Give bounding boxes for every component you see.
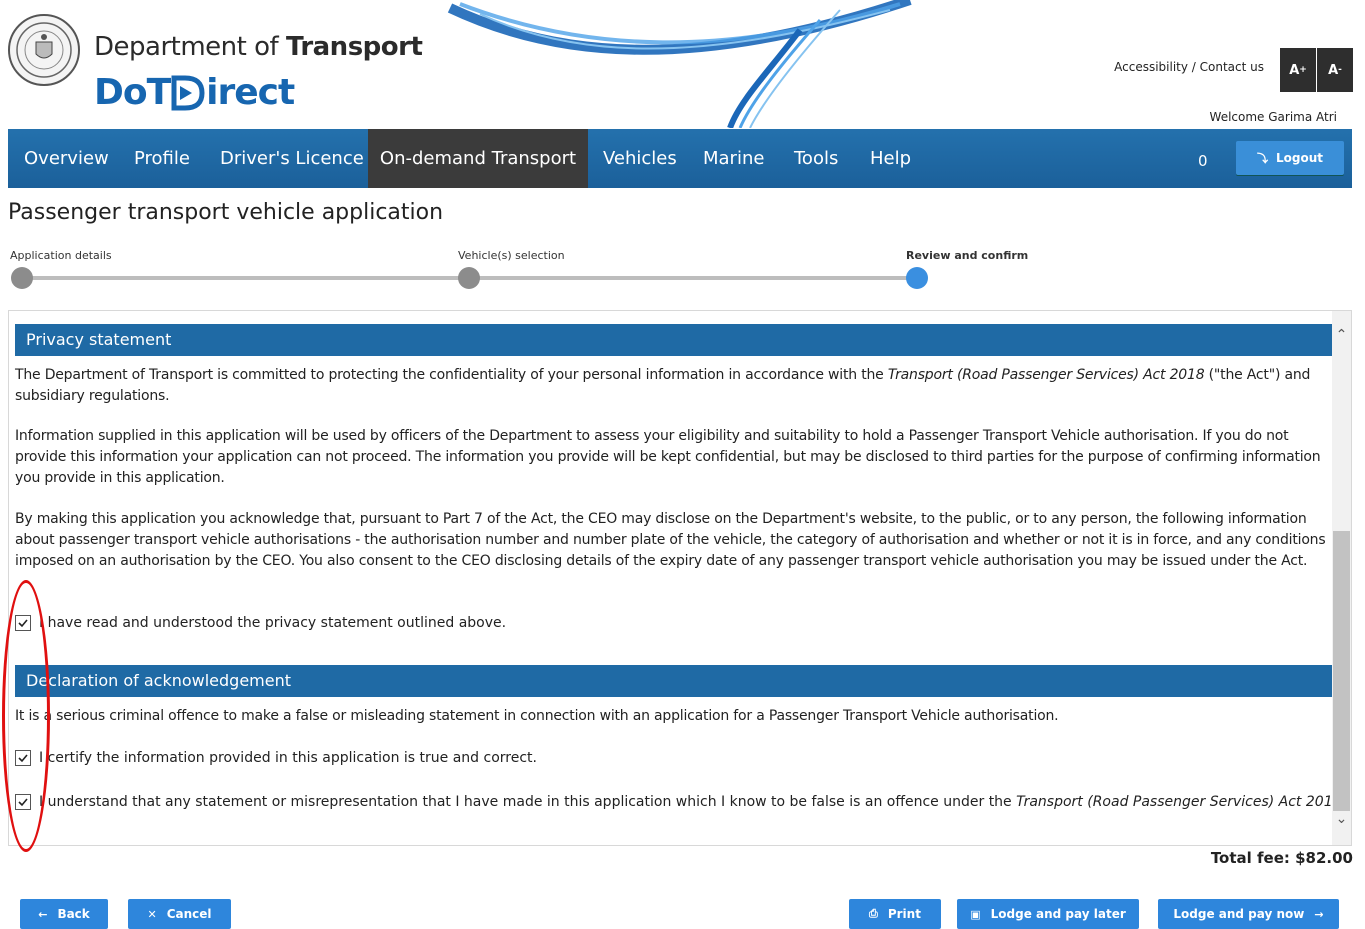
understand-checkbox-label: I understand that any statement or misre… (39, 794, 1346, 810)
nav-profile[interactable]: Profile (134, 129, 190, 188)
lodge-pay-now-button[interactable]: Lodge and pay now → (1158, 899, 1339, 929)
nav-help[interactable]: Help (870, 129, 911, 188)
declaration-understand-row[interactable]: I understand that any statement or misre… (15, 792, 1346, 812)
save-disk-icon: ▣ (970, 907, 981, 921)
declaration-certify-row[interactable]: I certify the information provided in th… (15, 748, 537, 768)
scroll-down-arrow-icon[interactable]: ⌄ (1334, 811, 1349, 827)
page-title: Passenger transport vehicle application (8, 200, 444, 225)
step-label-application-details: Application details (10, 249, 112, 262)
step-dot-review-confirm (906, 267, 928, 289)
printer-icon: ⎙ (869, 907, 878, 920)
department-name: Department of Transport (94, 32, 423, 62)
privacy-statement-heading: Privacy statement (15, 324, 1332, 356)
total-fee: Total fee: $82.00 (1210, 849, 1353, 867)
checkmark-icon (18, 619, 28, 628)
dot-direct-logo[interactable]: DoT irect (94, 72, 295, 113)
nav-on-demand-transport[interactable]: On-demand Transport (368, 129, 588, 188)
main-navigation: Overview Profile Driver's Licence On-dem… (8, 129, 1352, 188)
privacy-acknowledge-row[interactable]: I have read and understood the privacy s… (15, 613, 506, 633)
nav-tools[interactable]: Tools (794, 129, 838, 188)
play-triangle-icon (171, 75, 205, 110)
panel-scrollbar[interactable]: ⌃ ⌄ (1332, 311, 1351, 845)
checkmark-icon (18, 798, 28, 807)
logout-button[interactable]: ⤵ Logout (1236, 141, 1344, 175)
arrow-left-icon: ← (38, 907, 48, 921)
privacy-checkbox-label: I have read and understood the privacy s… (39, 615, 507, 631)
certify-checkbox-label: I certify the information provided in th… (39, 750, 537, 766)
wa-government-crest-logo (8, 14, 80, 86)
step-dot-application-details[interactable] (11, 267, 33, 289)
declaration-intro: It is a serious criminal offence to make… (15, 708, 1059, 724)
certify-checkbox[interactable] (15, 750, 31, 766)
arrow-right-icon: → (1314, 907, 1324, 921)
scrollbar-thumb[interactable] (1333, 531, 1350, 811)
step-label-vehicle-selection: Vehicle(s) selection (458, 249, 565, 262)
scroll-up-arrow-icon[interactable]: ⌃ (1334, 327, 1349, 343)
lodge-pay-later-button[interactable]: ▣ Lodge and pay later (957, 899, 1139, 929)
nav-vehicles[interactable]: Vehicles (603, 129, 677, 188)
stepper-line-1 (20, 276, 460, 280)
logout-icon: ⤵ (1256, 152, 1268, 165)
header-swoosh-graphic (447, 0, 912, 128)
accessibility-contact-link[interactable]: Accessibility / Contact us (1114, 60, 1264, 74)
stepper-line-2 (468, 276, 908, 280)
nav-drivers-licence[interactable]: Driver's Licence (220, 129, 364, 188)
print-button[interactable]: ⎙ Print (849, 899, 941, 929)
review-content-panel[interactable]: Privacy statement The Department of Tran… (8, 310, 1352, 846)
understand-checkbox[interactable] (15, 794, 31, 810)
privacy-checkbox[interactable] (15, 615, 31, 631)
privacy-paragraph-2: Information supplied in this application… (15, 428, 1321, 486)
back-button[interactable]: ← Back (20, 899, 108, 929)
step-label-review-confirm: Review and confirm (906, 249, 1029, 262)
nav-overview[interactable]: Overview (24, 129, 109, 188)
declaration-heading: Declaration of acknowledgement (15, 665, 1332, 697)
step-dot-vehicle-selection[interactable] (458, 267, 480, 289)
checkmark-icon (18, 754, 28, 763)
increase-font-button[interactable]: A + (1280, 48, 1316, 92)
decrease-font-button[interactable]: A- (1317, 48, 1353, 92)
privacy-paragraph-1: The Department of Transport is committed… (15, 367, 1311, 404)
cart-count[interactable]: 0 (1198, 152, 1208, 170)
cancel-button[interactable]: ✕ Cancel (128, 899, 231, 929)
close-icon: ✕ (147, 907, 157, 921)
nav-marine[interactable]: Marine (703, 129, 764, 188)
welcome-message: Welcome Garima Atri (1209, 110, 1337, 124)
privacy-paragraph-3: By making this application you acknowled… (15, 511, 1326, 569)
